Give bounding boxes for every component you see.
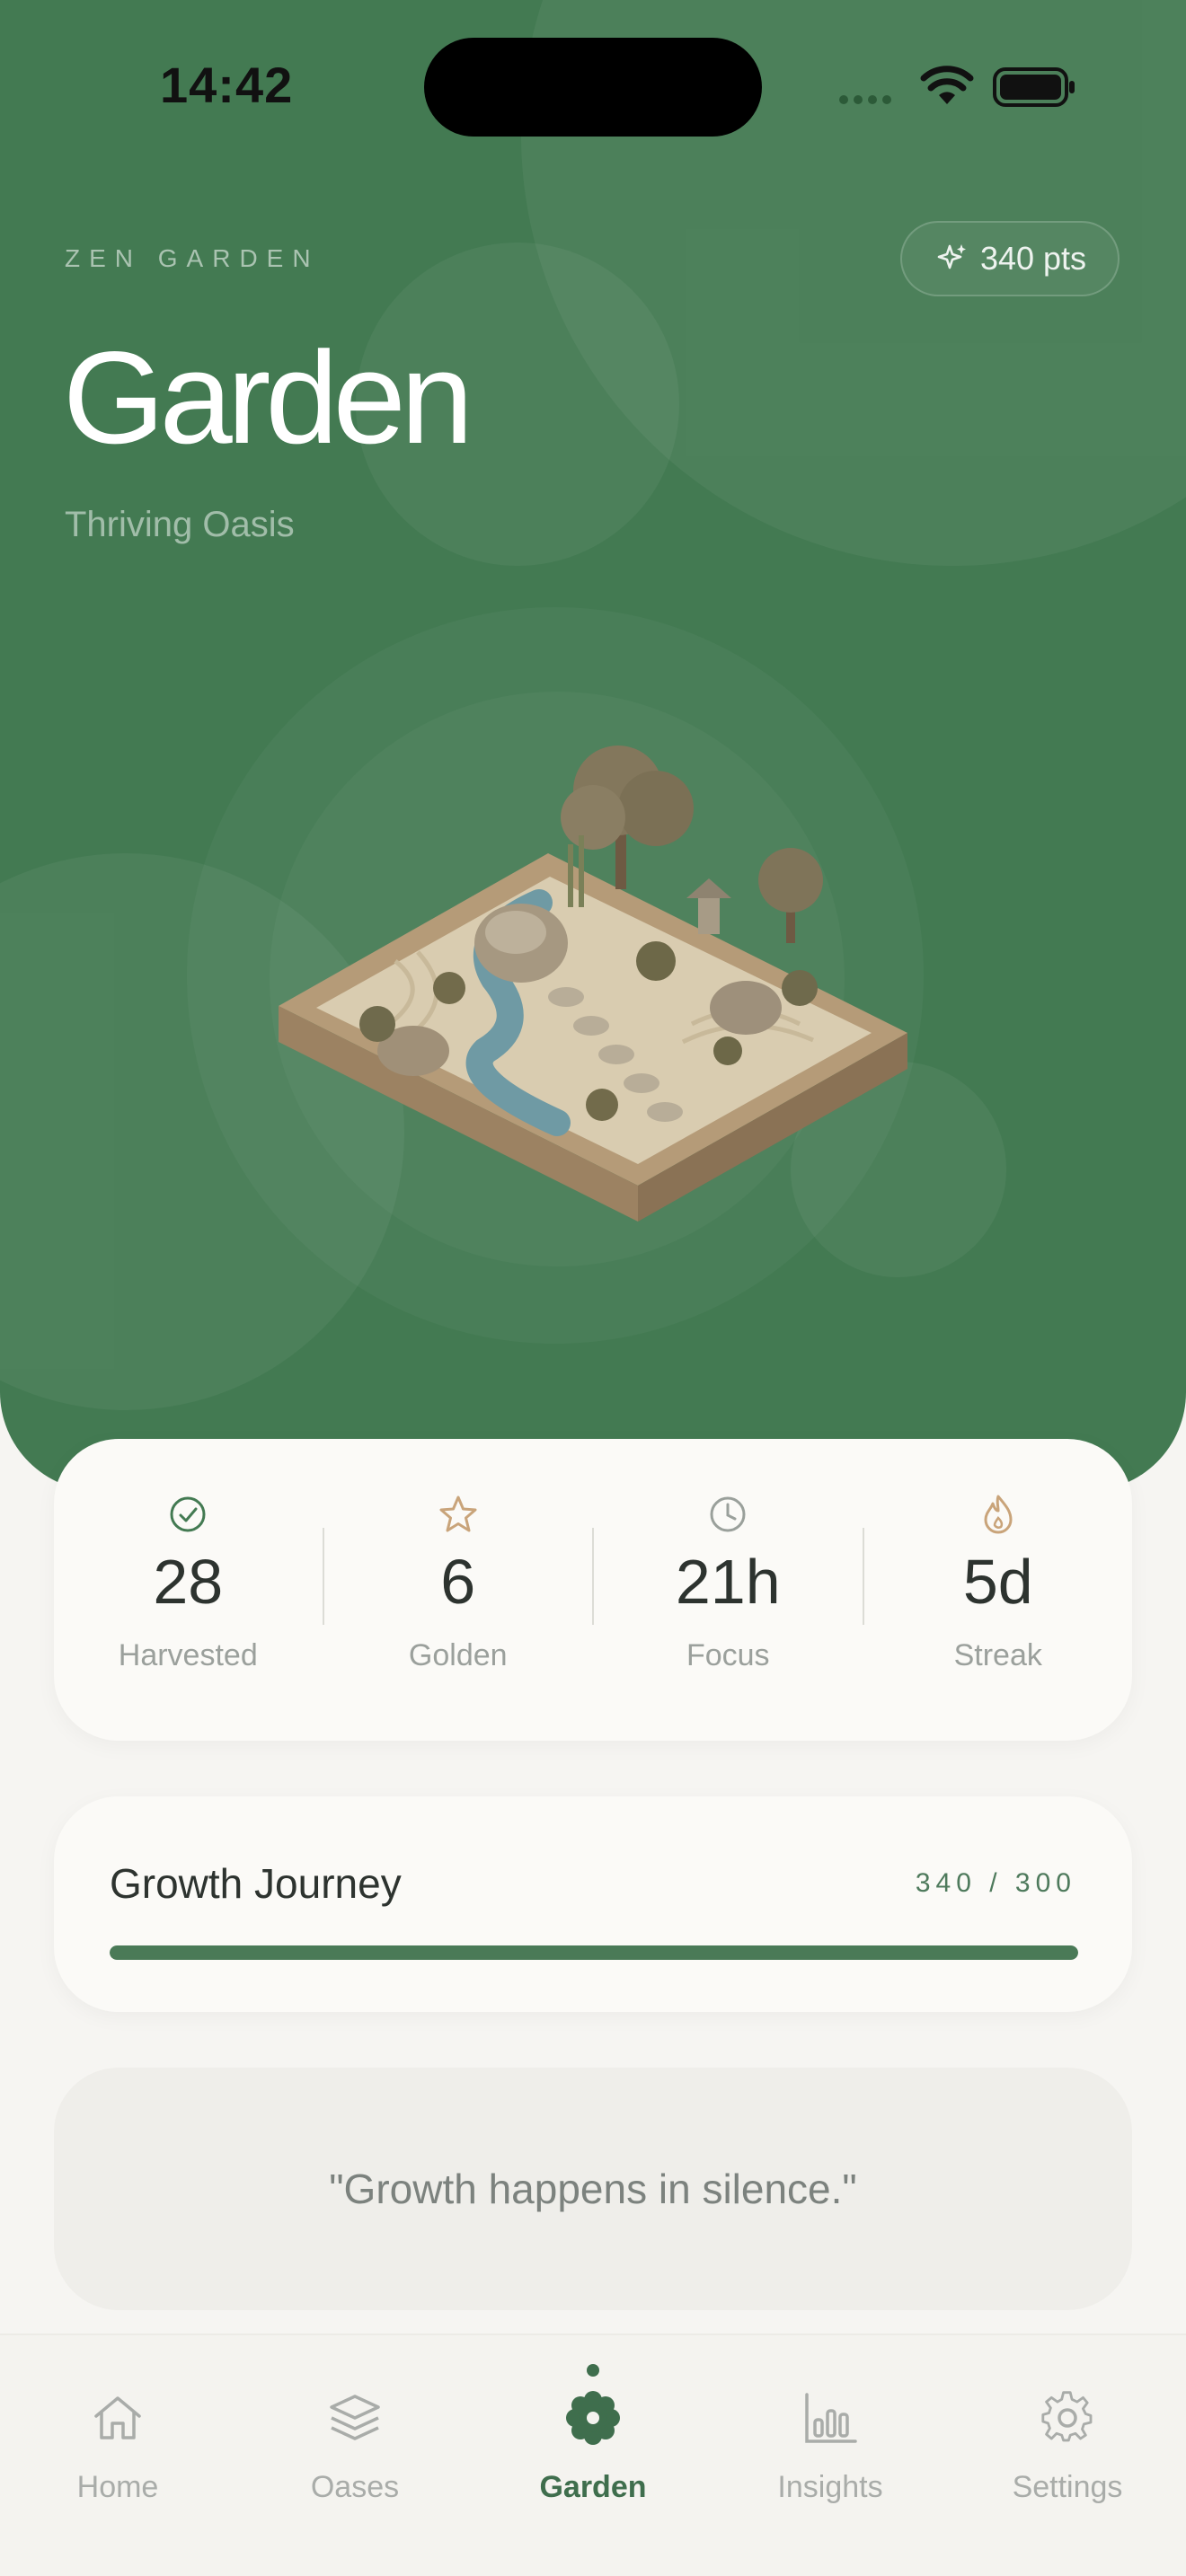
journey-progress-bar <box>110 1945 1078 1960</box>
layers-icon <box>330 2395 380 2440</box>
tab-label: Oases <box>310 2470 400 2504</box>
tab-label: Settings <box>1012 2470 1123 2504</box>
tab-garden[interactable]: Garden <box>503 2364 683 2505</box>
stat-harvested: 28 Harvested <box>54 1491 323 1689</box>
journey-title: Growth Journey <box>110 1860 402 1907</box>
signal-dots-icon <box>839 95 891 104</box>
growth-journey-card[interactable]: Growth Journey 340 / 300 <box>54 1796 1132 2012</box>
stat-label: Harvested <box>118 1638 258 1672</box>
stat-value: 5d <box>962 1547 1033 1617</box>
page-title: Garden <box>63 324 474 471</box>
tab-label: Garden <box>539 2470 647 2504</box>
journey-count: 340 / 300 <box>915 1868 1076 1898</box>
dynamic-island <box>424 38 762 137</box>
tab-label: Insights <box>777 2470 883 2504</box>
hero-section: 14:42 ZEN GARDEN 340 pts Garden Thriving… <box>0 0 1186 1491</box>
tab-label: Home <box>76 2470 159 2504</box>
active-tab-indicator <box>587 2364 599 2377</box>
tab-settings[interactable]: Settings <box>978 2382 1157 2505</box>
zen-garden-illustration <box>279 745 907 1222</box>
tab-home[interactable]: Home <box>28 2382 208 2505</box>
stat-label: Focus <box>686 1638 770 1672</box>
garden-screen: 14:42 ZEN GARDEN 340 pts Garden Thriving… <box>0 0 1186 2576</box>
stat-value: 28 <box>153 1547 224 1617</box>
section-eyebrow: ZEN GARDEN <box>65 244 320 272</box>
check-circle-icon <box>170 1496 206 1532</box>
stat-label: Streak <box>953 1638 1042 1672</box>
tab-bar: Home Oases Garden Insights Settings <box>0 2333 1186 2576</box>
quote-card: "Growth happens in silence." <box>54 2068 1132 2310</box>
stat-value: 21h <box>675 1547 781 1617</box>
gear-icon <box>1041 2391 1093 2442</box>
quote-text: "Growth happens in silence." <box>329 2166 857 2212</box>
tab-insights[interactable]: Insights <box>740 2382 920 2505</box>
points-label: 340 pts <box>979 240 1087 277</box>
status-time: 14:42 <box>160 57 294 113</box>
flame-icon <box>984 1495 1013 1534</box>
tab-oases[interactable]: Oases <box>265 2382 445 2505</box>
status-bar: 14:42 <box>0 0 1186 180</box>
points-badge[interactable]: 340 pts <box>900 221 1120 296</box>
journey-progress-fill <box>110 1945 1078 1960</box>
stats-card: 28 Harvested 6 Golden 21h Focus 5d Strea… <box>54 1439 1132 1741</box>
stat-streak: 5d Streak <box>864 1491 1133 1689</box>
star-icon <box>439 1495 477 1532</box>
page-subtitle: Thriving Oasis <box>65 505 295 544</box>
sparkles-icon <box>937 244 966 269</box>
stat-value: 6 <box>440 1547 476 1617</box>
wifi-icon <box>920 66 974 104</box>
stat-label: Golden <box>408 1638 508 1672</box>
bar-chart-icon <box>805 2393 857 2443</box>
stat-focus: 21h Focus <box>594 1491 863 1689</box>
stat-golden: 6 Golden <box>324 1491 593 1689</box>
battery-icon <box>993 67 1075 107</box>
clock-icon <box>710 1496 746 1532</box>
flower-icon <box>566 2391 620 2445</box>
home-icon <box>94 2396 141 2439</box>
